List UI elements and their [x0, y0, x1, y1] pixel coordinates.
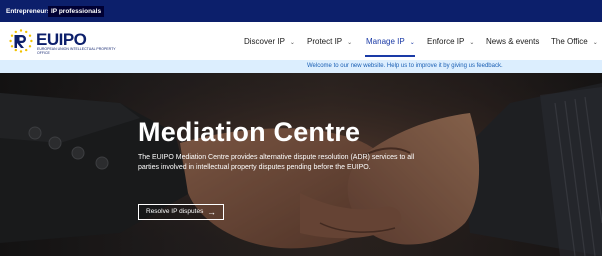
resolve-ip-disputes-label: Resolve IP disputes [146, 208, 204, 215]
audience-bar: Entrepreneurs IP professionals [0, 0, 602, 22]
chevron-down-icon: ⌄ [592, 40, 598, 46]
nav-manage-ip[interactable]: Manage IP ⌄ [366, 36, 415, 48]
nav-enforce-ip-label: Enforce IP [427, 37, 465, 46]
feedback-banner: Welcome to our new website. Help us to i… [0, 60, 602, 73]
nav-news-events[interactable]: News & events [486, 36, 539, 48]
arrow-right-icon: → [207, 207, 216, 217]
chevron-down-icon: ⌄ [347, 40, 353, 46]
nav-discover-ip[interactable]: Discover IP ⌄ [244, 36, 295, 48]
nav-the-office[interactable]: The Office ⌄ [551, 36, 598, 48]
nav-the-office-label: The Office [551, 37, 588, 46]
chevron-down-icon: ⌄ [409, 40, 415, 46]
active-nav-indicator [365, 55, 415, 57]
nav-news-events-label: News & events [486, 37, 540, 46]
page-title: Mediation Centre [138, 117, 361, 147]
chevron-down-icon: ⌄ [289, 40, 295, 46]
audience-link-entrepreneurs[interactable]: Entrepreneurs [4, 6, 52, 17]
euipo-logo-icon [9, 29, 33, 53]
euipo-logo[interactable]: EUIPO EUROPEAN UNION INTELLECTUAL PROPER… [8, 28, 116, 56]
audience-link-ip-professionals[interactable]: IP professionals [48, 6, 105, 17]
nav-protect-ip-label: Protect IP [307, 37, 343, 46]
nav-enforce-ip[interactable]: Enforce IP ⌄ [427, 36, 474, 48]
resolve-ip-disputes-button[interactable]: Resolve IP disputes → [138, 204, 224, 220]
nav-discover-ip-label: Discover IP [244, 37, 285, 46]
hero-description: The EUIPO Mediation Centre provides alte… [138, 154, 415, 171]
hero-section: Mediation Centre The EUIPO Mediation Cen… [0, 73, 602, 256]
nav-protect-ip[interactable]: Protect IP ⌄ [307, 36, 352, 48]
logo-subtitle: EUROPEAN UNION INTELLECTUAL PROPERTY OFF… [37, 47, 116, 55]
site-header: EUIPO EUROPEAN UNION INTELLECTUAL PROPER… [0, 22, 602, 60]
chevron-down-icon: ⌄ [469, 40, 475, 46]
nav-manage-ip-label: Manage IP [366, 37, 405, 46]
feedback-banner-link[interactable]: Welcome to our new website. Help us to i… [307, 62, 503, 71]
